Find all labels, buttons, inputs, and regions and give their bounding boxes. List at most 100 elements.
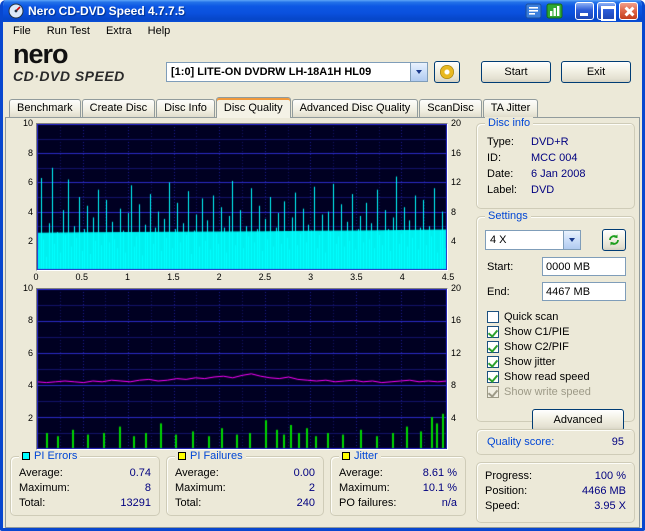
start-field-row: Start: bbox=[485, 257, 626, 276]
stats-row: PI Errors Average: 0.74 Maximum: 8 Total: 1… bbox=[10, 450, 470, 516]
checkbox-quick-scan[interactable]: Quick scan bbox=[485, 309, 626, 324]
stat-value: n/a bbox=[441, 497, 457, 509]
menu-run-test[interactable]: Run Test bbox=[39, 24, 98, 38]
axis-tick: 8 bbox=[27, 147, 33, 158]
start-button[interactable]: Start bbox=[481, 61, 551, 83]
stat-value: 8 bbox=[144, 482, 151, 494]
disc-info-label: Date: bbox=[487, 168, 514, 180]
speed-select-value: 4 X bbox=[490, 234, 507, 246]
pi-errors-chart-block: 10 8 6 4 2 20 16 12 8 4 bbox=[10, 118, 470, 271]
checkbox-show-jitter[interactable]: Show jitter bbox=[485, 354, 626, 369]
tab-advanced-disc-quality[interactable]: Advanced Disc Quality bbox=[291, 99, 419, 117]
disc-info-title: Disc info bbox=[485, 117, 534, 129]
advanced-button[interactable]: Advanced bbox=[532, 409, 624, 431]
tab-disc-info[interactable]: Disc Info bbox=[156, 99, 215, 117]
axis-tick: 6 bbox=[27, 347, 33, 358]
titlebar-report-icon-button[interactable] bbox=[525, 3, 543, 19]
disc-info-value: MCC 004 bbox=[531, 152, 578, 164]
axis-tick: 12 bbox=[451, 347, 462, 358]
checkbox-icon bbox=[487, 325, 499, 338]
axis-tick: 10 bbox=[22, 283, 33, 293]
disc-info-panel: Disc info Type: DVD+R ID: MCC 004 Date: 6 J… bbox=[476, 117, 635, 209]
charts-column: 10 8 6 4 2 20 16 12 8 4 0 0.5 1 1.5 2 2.5 3 3.5 4 4.5 10 8… bbox=[10, 118, 470, 523]
chevron-down-icon[interactable] bbox=[410, 63, 427, 81]
stat-label: Average: bbox=[175, 467, 219, 479]
minimize-button[interactable] bbox=[575, 2, 594, 20]
axis-tick: 10 bbox=[22, 118, 33, 128]
pi-errors-title: PI Errors bbox=[34, 450, 78, 462]
axis-tick: 0 bbox=[33, 272, 39, 282]
axis-tick: 4 bbox=[399, 272, 405, 282]
progress-row: Progress: 100 % bbox=[477, 469, 634, 484]
stat-label: Average: bbox=[19, 467, 63, 479]
axis-tick: 1 bbox=[125, 272, 131, 282]
settings-panel: Settings 4 X Start: 0000 MB End: 4467 MB… bbox=[476, 210, 635, 431]
menubar: File Run Test Extra Help bbox=[3, 22, 642, 40]
stat-label: Maximum: bbox=[175, 482, 226, 494]
pi-failures-right-axis: 20 16 12 8 4 bbox=[448, 283, 468, 450]
exit-button[interactable]: Exit bbox=[561, 61, 631, 83]
start-input[interactable] bbox=[542, 257, 626, 276]
chevron-down-icon[interactable] bbox=[563, 231, 580, 249]
checkbox-show-c1-pie[interactable]: Show C1/PIE bbox=[485, 324, 626, 339]
pi-errors-chart bbox=[37, 124, 447, 270]
checkbox-icon bbox=[487, 340, 499, 353]
refresh-speed-button[interactable] bbox=[602, 229, 626, 251]
drive-select[interactable]: [1:0] LITE-ON DVDRW LH-18A1H HL09 bbox=[166, 62, 428, 82]
speed-label: Speed: bbox=[485, 500, 520, 512]
axis-tick: 8 bbox=[27, 315, 33, 326]
jitter-legend: Jitter bbox=[339, 450, 381, 462]
stat-row: PO failures: n/a bbox=[331, 496, 465, 511]
stat-label: Maximum: bbox=[19, 482, 70, 494]
tab-create-disc[interactable]: Create Disc bbox=[81, 99, 156, 117]
speed-select[interactable]: 4 X bbox=[485, 230, 581, 250]
eject-disc-button[interactable] bbox=[434, 61, 460, 83]
axis-tick: 20 bbox=[451, 118, 462, 128]
speed-row-stat: Speed: 3.95 X bbox=[477, 499, 634, 514]
menu-file[interactable]: File bbox=[5, 24, 39, 38]
stat-value: 0.00 bbox=[293, 467, 315, 479]
axis-tick: 2 bbox=[27, 236, 33, 247]
quality-score-label: Quality score: bbox=[487, 436, 555, 448]
progress-panel: Progress: 100 % Position: 4466 MB Speed: 3.… bbox=[476, 462, 635, 523]
maximize-button[interactable] bbox=[597, 2, 616, 21]
tab-ta-jitter[interactable]: TA Jitter bbox=[482, 99, 539, 117]
tab-scandisc[interactable]: ScanDisc bbox=[419, 99, 482, 117]
drive-select-value: [1:0] LITE-ON DVDRW LH-18A1H HL09 bbox=[171, 66, 372, 78]
progress-value: 100 % bbox=[594, 470, 626, 482]
pi-errors-legend: PI Errors bbox=[19, 450, 81, 462]
menu-extra[interactable]: Extra bbox=[98, 24, 140, 38]
refresh-icon bbox=[609, 234, 619, 246]
end-field-row: End: bbox=[485, 282, 626, 301]
axis-tick: 4.5 bbox=[441, 272, 455, 282]
disc-info-row: Type: DVD+R bbox=[477, 134, 634, 150]
pi-failures-title: PI Failures bbox=[190, 450, 243, 462]
axis-tick: 16 bbox=[451, 147, 462, 158]
tab-benchmark[interactable]: Benchmark bbox=[9, 99, 81, 117]
axis-tick: 2 bbox=[216, 272, 222, 282]
tab-disc-quality[interactable]: Disc Quality bbox=[215, 97, 291, 118]
end-input[interactable] bbox=[542, 282, 626, 301]
window-title: Nero CD-DVD Speed 4.7.7.5 bbox=[28, 4, 185, 18]
checkbox-icon bbox=[487, 385, 499, 398]
checkbox-label: Show C1/PIE bbox=[504, 325, 570, 338]
pi-failures-chart-block: 10 8 6 4 2 20 16 12 8 4 bbox=[10, 283, 470, 450]
close-button[interactable] bbox=[619, 2, 638, 20]
axis-tick: 20 bbox=[451, 283, 462, 293]
titlebar-chart-icon-button[interactable] bbox=[546, 3, 564, 19]
menu-help[interactable]: Help bbox=[140, 24, 179, 38]
axis-tick: 8 bbox=[451, 380, 457, 391]
axis-tick: 4 bbox=[27, 206, 33, 217]
quality-score-panel: Quality score: 95 bbox=[476, 429, 635, 455]
checkbox-show-c2-pif[interactable]: Show C2/PIF bbox=[485, 339, 626, 354]
stat-label: PO failures: bbox=[339, 497, 397, 509]
checkbox-icon bbox=[487, 355, 499, 368]
checkbox-show-read-speed[interactable]: Show read speed bbox=[485, 369, 626, 384]
pi-errors-right-axis: 20 16 12 8 4 bbox=[448, 118, 468, 271]
axis-tick: 12 bbox=[451, 177, 462, 188]
x-axis-block: 0 0.5 1 1.5 2 2.5 3 3.5 4 4.5 bbox=[10, 271, 470, 284]
axis-tick: 3.5 bbox=[350, 272, 363, 282]
axis-tick: 4 bbox=[451, 412, 457, 423]
axis-tick: 4 bbox=[451, 236, 457, 247]
stat-label: Maximum: bbox=[339, 482, 390, 494]
